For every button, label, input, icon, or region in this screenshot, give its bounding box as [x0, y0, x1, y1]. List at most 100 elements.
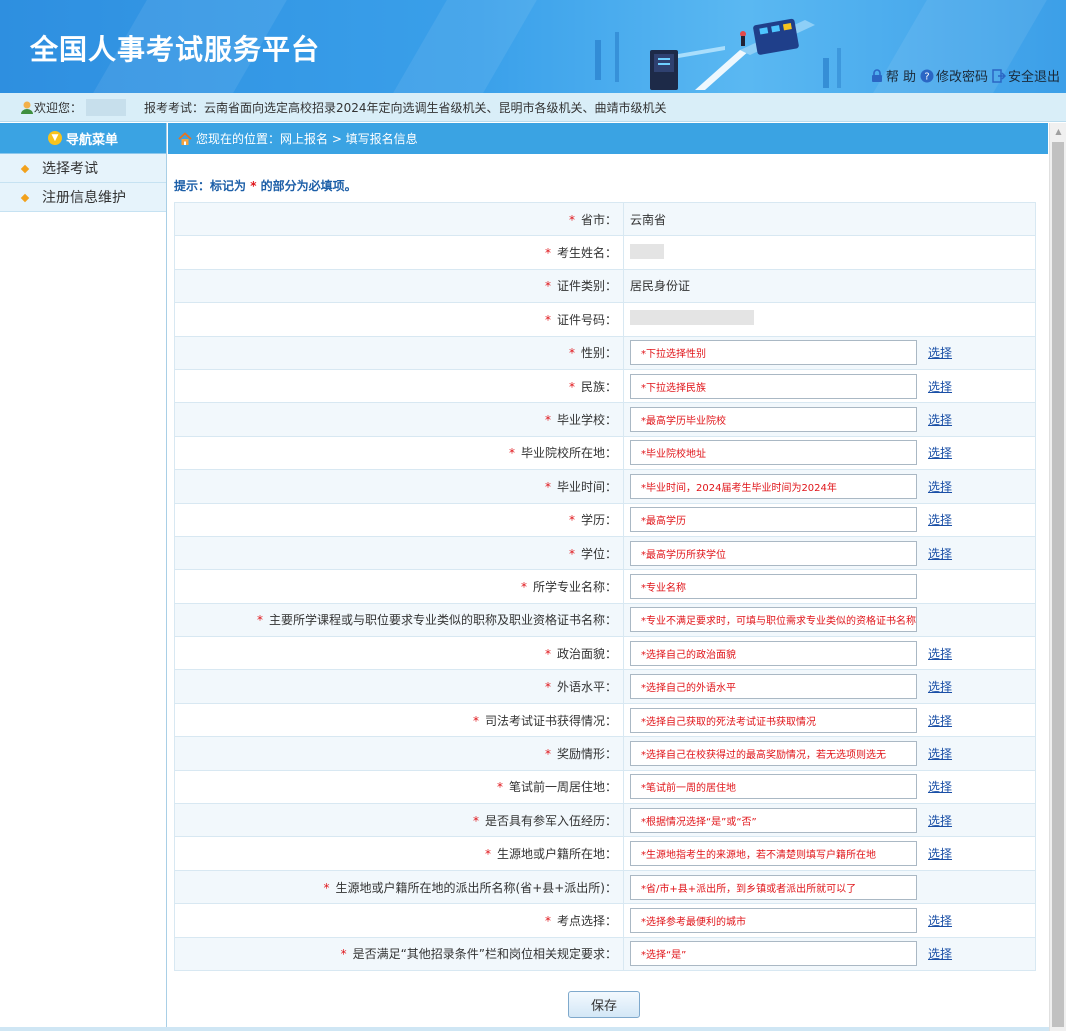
id-number-masked [630, 310, 754, 326]
exit-icon [992, 68, 1006, 83]
sidebar-item-select-exam[interactable]: 选择考试 [0, 154, 166, 183]
pick-link[interactable]: 选择 [928, 645, 952, 662]
field-label: 学历： [580, 513, 617, 528]
pick-link[interactable]: 选择 [928, 478, 952, 495]
field-label: 生源地或户籍所在地的派出所名称(省+县+派出所)： [335, 880, 617, 895]
breadcrumb-text: 您现在的位置：网上报名 > 填写报名信息 [196, 132, 418, 146]
form-row: * 毕业院校所在地： *毕业院校地址 选择 [174, 435, 1036, 471]
field-label: 奖励情形： [556, 746, 617, 761]
education-field[interactable]: *最高学历 [630, 507, 917, 533]
pick-link[interactable]: 选择 [928, 912, 952, 929]
graduation-time-field[interactable]: *毕业时间，2024届考生毕业时间为2024年 [630, 473, 917, 499]
pick-link[interactable]: 选择 [928, 778, 952, 795]
political-status-field[interactable]: *选择自己的政治面貌 [630, 640, 917, 666]
judicial-exam-field[interactable]: *选择自己获取的死法考试证书获取情况 [630, 707, 917, 733]
form-row: * 生源地或户籍所在地： *生源地指考生的来源地，若不清楚则填写户籍所在地 选择 [174, 836, 1036, 871]
change-password-link[interactable]: ? 修改密码 [920, 66, 988, 85]
pick-link[interactable]: 选择 [928, 812, 952, 829]
pick-link[interactable]: 选择 [928, 444, 952, 461]
pick-link[interactable]: 选择 [928, 511, 952, 528]
school-field[interactable]: *最高学历毕业院校 [630, 407, 917, 433]
field-label: 性别： [580, 346, 617, 361]
language-level-field[interactable]: *选择自己的外语水平 [630, 674, 917, 700]
form-row: * 司法考试证书获得情况： *选择自己获取的死法考试证书获取情况 选择 [174, 702, 1036, 738]
pick-link[interactable]: 选择 [928, 678, 952, 695]
header-illustration [595, 18, 841, 90]
sidebar-item-registration-info[interactable]: 注册信息维护 [0, 183, 166, 212]
exam-site-field[interactable]: *选择参考最便利的城市 [630, 907, 917, 933]
form-row: * 所学专业名称： *专业名称 [174, 569, 1036, 604]
pick-link[interactable]: 选择 [928, 344, 952, 361]
form-row: * 奖励情形： *选择自己在校获得过的最高奖励情况，若无选项则选无 选择 [174, 736, 1036, 771]
origin-field[interactable]: *生源地指考生的来源地，若不清楚则填写户籍所在地 [630, 841, 917, 867]
form-row: * 政治面貌： *选择自己的政治面貌 选择 [174, 636, 1036, 671]
scrollbar-thumb[interactable] [1052, 142, 1064, 1027]
sidebar: ▼ 导航菜单 选择考试 注册信息维护 [0, 123, 167, 1031]
military-service-field[interactable]: *根据情况选择“是”或“否” [630, 807, 917, 833]
major-field[interactable]: *专业名称 [630, 573, 917, 599]
bottom-border [0, 1027, 1049, 1031]
pick-link[interactable]: 选择 [928, 545, 952, 562]
pick-link[interactable]: 选择 [928, 378, 952, 395]
form-row: * 证件号码： [174, 302, 1036, 337]
lock-icon [871, 68, 882, 82]
svg-text:?: ? [924, 71, 929, 82]
top-links: 帮 助 ? 修改密码 安全退出 [870, 66, 1060, 85]
nav-title: 导航菜单 [65, 132, 118, 148]
pick-link[interactable]: 选择 [928, 945, 952, 962]
field-label: 是否具有参军入伍经历： [484, 813, 617, 828]
police-station-field[interactable]: *省/市+县+派出所，到乡镇或者派出所就可以了 [630, 874, 917, 900]
scroll-up-icon[interactable]: ▲ [1050, 123, 1066, 140]
form-row: * 民族： *下拉选择民族 选择 [174, 368, 1036, 404]
required-hint: 提示：标记为 * 的部分为必填项。 [174, 177, 357, 194]
awards-field[interactable]: *选择自己在校获得过的最高奖励情况，若无选项则选无 [630, 740, 917, 766]
pick-link[interactable]: 选择 [928, 845, 952, 862]
help-link[interactable]: 帮 助 [870, 66, 916, 85]
user-icon [21, 101, 33, 114]
gender-field[interactable]: *下拉选择性别 [630, 340, 917, 366]
header-decoration [393, 0, 537, 93]
field-label: 是否满足“其他招录条件”栏和岗位相关规定要求： [352, 947, 617, 962]
field-label: 省市： [580, 212, 617, 227]
school-location-field[interactable]: *毕业院校地址 [630, 440, 917, 466]
field-label: 笔试前一周居住地： [508, 780, 617, 795]
form-row: * 学历： *最高学历 选择 [174, 502, 1036, 537]
field-label: 毕业院校所在地： [520, 446, 617, 461]
save-button[interactable]: 保存 [568, 991, 640, 1018]
scrollbar[interactable]: ▲ [1049, 123, 1066, 1031]
logout-link[interactable]: 安全退出 [992, 66, 1060, 85]
form-row: * 笔试前一周居住地： *笔试前一周的居住地 选择 [174, 769, 1036, 805]
certificate-field[interactable]: *专业不满足要求时，可填与职位需求专业类似的资格证书名称 [630, 607, 917, 633]
degree-field[interactable]: *最高学历所获学位 [630, 540, 917, 566]
field-label: 考点选择： [556, 913, 617, 928]
form-row: * 学位： *最高学历所获学位 选择 [174, 535, 1036, 571]
form-row: * 是否具有参军入伍经历： *根据情况选择“是”或“否” 选择 [174, 803, 1036, 838]
field-label: 所学专业名称： [532, 579, 617, 594]
main-content: 您现在的位置：网上报名 > 填写报名信息 提示：标记为 * 的部分为必填项。 *… [168, 123, 1048, 1031]
conditions-field[interactable]: *选择“是” [630, 941, 917, 967]
welcome-bar: 欢迎您： 报考考试：云南省面向选定高校招录2024年定向选调生省级机关、昆明市各… [0, 93, 1066, 122]
field-label: 毕业时间： [556, 479, 617, 494]
form-row: * 毕业学校： *最高学历毕业院校 选择 [174, 402, 1036, 437]
breadcrumb: 您现在的位置：网上报名 > 填写报名信息 [168, 123, 1048, 154]
pick-link[interactable]: 选择 [928, 712, 952, 729]
province-value: 云南省 [630, 212, 667, 227]
form-row: * 生源地或户籍所在地的派出所名称(省+县+派出所)： *省/市+县+派出所，到乡… [174, 869, 1036, 905]
name-masked [630, 243, 664, 259]
field-label: 生源地或户籍所在地： [496, 847, 617, 862]
field-label: 主要所学课程或与职位要求专业类似的职称及职业资格证书名称： [268, 613, 617, 628]
sidebar-item-label: 选择考试 [42, 161, 98, 177]
field-label: 学位： [580, 546, 617, 561]
home-icon [178, 131, 192, 145]
user-name-masked [86, 98, 127, 116]
residence-field[interactable]: *笔试前一周的居住地 [630, 774, 917, 800]
chevron-down-icon: ▼ [47, 131, 62, 145]
pick-link[interactable]: 选择 [928, 411, 952, 428]
welcome-greeting: 欢迎您： [34, 100, 83, 115]
form-row: * 毕业时间： *毕业时间，2024届考生毕业时间为2024年 选择 [174, 469, 1036, 504]
logout-label: 安全退出 [1007, 70, 1060, 85]
form-row: * 是否满足“其他招录条件”栏和岗位相关规定要求： *选择“是” 选择 [174, 936, 1036, 971]
ethnicity-field[interactable]: *下拉选择民族 [630, 373, 917, 399]
pick-link[interactable]: 选择 [928, 745, 952, 762]
field-label: 证件类别： [556, 279, 617, 294]
